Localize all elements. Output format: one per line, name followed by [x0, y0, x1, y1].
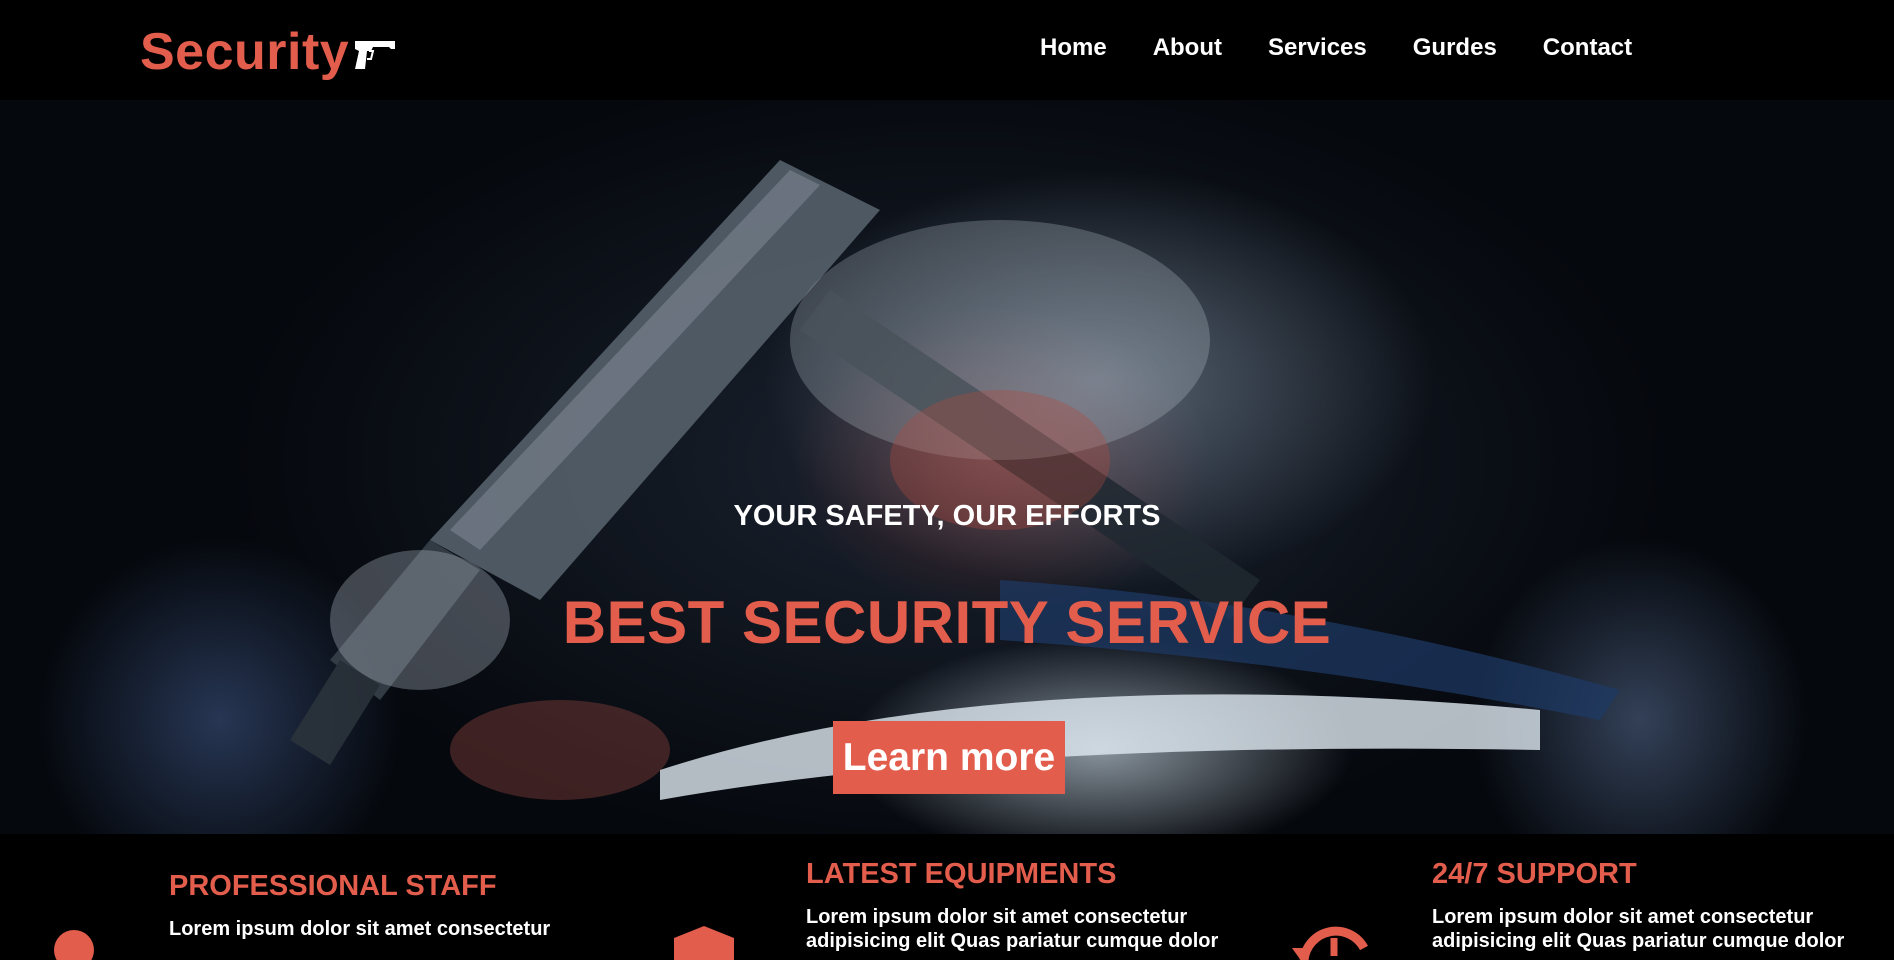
shield-icon [674, 926, 734, 960]
feature-title: 24/7 SUPPORT [1432, 858, 1637, 890]
pistol-icon [355, 41, 396, 69]
brand-logo[interactable]: Security [140, 22, 397, 82]
hero-tagline: YOUR SAFETY, OUR EFFORTS [733, 500, 1161, 532]
feature-title: PROFESSIONAL STAFF [169, 870, 497, 902]
hero-title: BEST SECURITY SERVICE [562, 589, 1332, 656]
feature-professional-staff: PROFESSIONAL STAFF Lorem ipsum dolor sit… [169, 870, 629, 941]
features-section: PROFESSIONAL STAFF Lorem ipsum dolor sit… [0, 834, 1894, 960]
feature-support: 24/7 SUPPORT Lorem ipsum dolor sit amet … [1432, 858, 1892, 953]
nav-services[interactable]: Services [1268, 34, 1367, 62]
nav-contact[interactable]: Contact [1543, 34, 1632, 62]
main-nav: Home About Services Gurdes Contact [1040, 34, 1632, 62]
navbar: Security Home About Services Gurdes Cont… [0, 0, 1894, 100]
feature-text: Lorem ipsum dolor sit amet consectetur a… [806, 906, 1219, 952]
feature-latest-equipments: LATEST EQUIPMENTS Lorem ipsum dolor sit … [806, 858, 1266, 953]
hero-banner: YOUR SAFETY, OUR EFFORTS BEST SECURITY S… [0, 100, 1894, 834]
feature-text: Lorem ipsum dolor sit amet consectetur a… [1432, 906, 1845, 952]
learn-more-button[interactable]: Learn more [833, 721, 1065, 794]
feature-text: Lorem ipsum dolor sit amet consectetur [169, 918, 551, 940]
feature-title: LATEST EQUIPMENTS [806, 858, 1117, 890]
nav-gurdes[interactable]: Gurdes [1413, 34, 1497, 62]
history-icon [1292, 926, 1368, 960]
nav-about[interactable]: About [1153, 34, 1222, 62]
user-icon [54, 930, 94, 960]
nav-home[interactable]: Home [1040, 34, 1107, 62]
brand-name: Security [140, 23, 350, 81]
